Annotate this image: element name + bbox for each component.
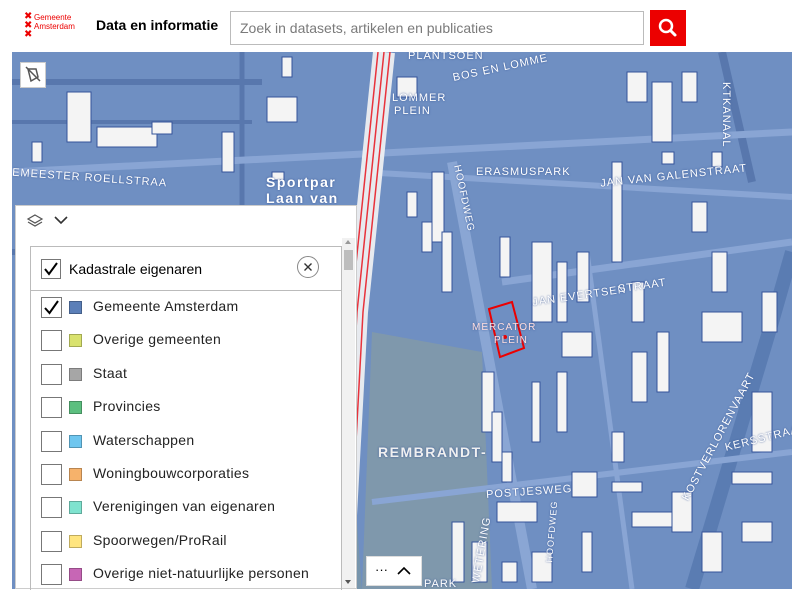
legend-item-checkbox[interactable] [41,397,62,419]
map-label: Laan van [266,190,339,206]
legend-item-label: Gemeente Amsterdam [93,298,239,314]
legend-item-checkbox[interactable] [41,363,62,385]
map-layers-panel: Kadastrale eigenaren Gemeente Amsterdam … [15,205,357,590]
checkmark-icon [44,262,58,276]
search-input[interactable] [230,11,644,45]
legend-item: Staat [31,359,341,392]
legend-item-checkbox[interactable] [41,297,62,318]
legend-item-label: Waterschappen [93,431,195,448]
legend-item-checkbox[interactable] [41,530,62,552]
remove-layer-button[interactable] [297,256,319,278]
legend-item-label: Staat [93,364,128,381]
site-title[interactable]: Data en informatie [96,17,218,33]
logo-text-line-1: Gemeente [34,13,72,22]
map-label: PARK [424,578,458,589]
legend-item-label: Verenigingen van eigenaren [93,498,276,515]
map-label: ERASMUSPARK [476,166,571,178]
legend-item: Overige niet-natuurlijke personen [31,559,341,590]
logo-text-line-2: Amsterdam [34,22,75,31]
legend-color-swatch [69,401,82,415]
gemeente-amsterdam-logo[interactable]: ✖ ✖ ✖ Gemeente Amsterdam [24,12,86,42]
layer-title: Kadastrale eigenaren [69,261,203,277]
legend-item-checkbox[interactable] [41,463,62,485]
search-button[interactable] [650,10,686,46]
checkmark-icon [44,300,59,315]
scroll-thumb[interactable] [344,250,353,270]
map-label: PLEIN [494,335,528,346]
legend-item: Spoorwegen/ProRail [31,526,341,559]
more-icon: ··· [375,562,388,577]
scroll-up-icon[interactable] [345,240,351,244]
legend-color-swatch [69,367,82,381]
legend-color-swatch [69,534,82,548]
expand-panel-toggle[interactable]: ··· [366,556,422,586]
map-label: MERCATOR [472,322,537,333]
legend-item-label: Woningbouwcorporaties [93,464,250,481]
chevron-down-icon[interactable] [54,215,68,225]
close-icon [304,263,312,271]
legend-item-checkbox[interactable] [41,330,62,352]
cross-icon: ✖ [24,29,33,40]
legend-list: Gemeente Amsterdam Overige gemeenten Sta… [31,292,341,590]
legend-item: Waterschappen [31,426,341,459]
layer-row-kadastrale-eigenaren: Kadastrale eigenaren [31,247,341,291]
layer-checkbox[interactable] [41,259,61,279]
legend-color-swatch [69,467,82,481]
legend-color-swatch [69,501,82,515]
legend-item: Overige gemeenten [31,325,341,358]
search-icon [658,18,677,37]
legend-item-label: Provincies [93,398,161,415]
legend-color-swatch [69,334,82,348]
map-label: LOMMER [392,92,447,104]
scroll-down-icon[interactable] [345,580,351,584]
legend-color-swatch [69,434,82,448]
layers-icon[interactable] [26,213,44,229]
map-label: PLANTSOEN [408,52,484,62]
legend-item: Verenigingen van eigenaren [31,492,341,525]
legend-item-checkbox[interactable] [41,430,62,452]
legend-item: Provincies [31,392,341,425]
map-label: KTKANAAL [720,82,732,148]
legend-body: Kadastrale eigenaren Gemeente Amsterdam … [30,246,342,590]
chevron-up-icon [397,566,411,575]
map-label: REMBRANDT- [378,444,488,460]
legend-item-label: Spoorwegen/ProRail [93,531,227,548]
legend-item-checkbox[interactable] [41,564,62,586]
panel-header[interactable] [16,206,356,234]
legend-scrollbar[interactable] [342,238,355,588]
legend-item-checkbox[interactable] [41,497,62,519]
map-label: PLEIN [394,105,431,117]
header: ✖ ✖ ✖ Gemeente Amsterdam Data en informa… [0,0,792,52]
legend-item: Gemeente Amsterdam [31,292,341,325]
legend-item: Woningbouwcorporaties [31,459,341,492]
legend-color-swatch [69,568,82,582]
draw-polygon-icon [25,66,41,83]
legend-color-swatch [69,301,82,314]
draw-tool-button[interactable] [20,62,46,88]
legend-item-label: Overige gemeenten [93,331,222,348]
map-label: Sportpar [266,174,337,190]
legend-item-label: Overige niet-natuurlijke personen [93,565,310,582]
